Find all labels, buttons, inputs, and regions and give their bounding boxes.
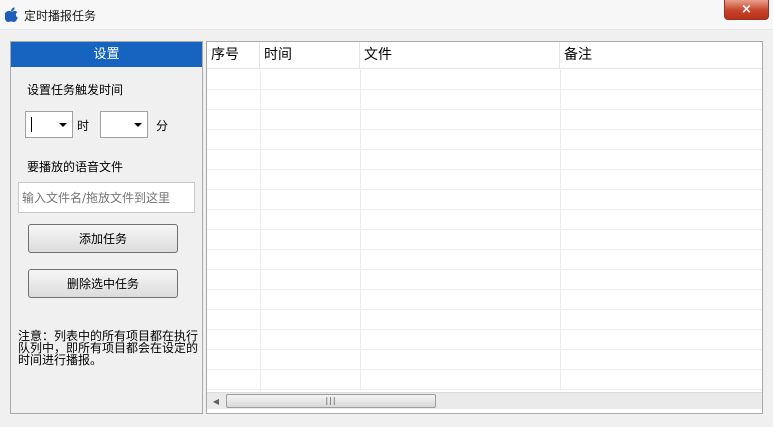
grid-line [207, 369, 762, 370]
grid-line [207, 109, 762, 110]
grid-line [207, 389, 762, 390]
grid-line [207, 269, 762, 270]
grid-line [207, 209, 762, 210]
settings-panel: 设置 设置任务触发时间 时 分 要播放的语音文件 添加任务 删除选中任务 注意：… [10, 41, 203, 414]
trigger-time-label: 设置任务触发时间 [27, 83, 124, 97]
grid-line [207, 149, 762, 150]
grid-line [207, 289, 762, 290]
settings-panel-header: 设置 [11, 42, 202, 67]
minute-unit-label: 分 [156, 119, 169, 133]
grid-line [260, 70, 261, 391]
chevron-down-icon[interactable] [134, 123, 142, 127]
text-caret [31, 117, 32, 132]
grid-line [207, 129, 762, 130]
column-header-index[interactable]: 序号 [207, 42, 260, 69]
hour-unit-label: 时 [77, 119, 90, 133]
window-title: 定时播报任务 [24, 9, 97, 23]
task-list-header: 序号 时间 文件 备注 [207, 42, 762, 69]
close-button[interactable]: × [724, 0, 769, 20]
grip-icon: ||| [325, 396, 337, 405]
grid-line [207, 229, 762, 230]
grid-line [560, 70, 561, 391]
grid-line [207, 309, 762, 310]
column-header-note[interactable]: 备注 [560, 42, 762, 69]
scrollbar-thumb[interactable]: ||| [226, 394, 436, 408]
add-task-button[interactable]: 添加任务 [28, 224, 178, 253]
grid-line [207, 349, 762, 350]
hour-select[interactable] [25, 111, 73, 138]
chevron-down-icon[interactable] [59, 123, 67, 127]
horizontal-scrollbar[interactable]: ◀ ||| [207, 392, 762, 409]
grid-line [207, 169, 762, 170]
scroll-left-arrow-icon[interactable]: ◀ [208, 394, 224, 409]
audio-file-input[interactable] [18, 182, 195, 213]
delete-selected-task-button[interactable]: 删除选中任务 [28, 269, 178, 298]
grid-line [207, 249, 762, 250]
task-list-grid[interactable] [207, 70, 762, 391]
grid-line [207, 329, 762, 330]
grid-line [360, 70, 361, 391]
audio-file-label: 要播放的语音文件 [27, 160, 124, 174]
grid-line [207, 189, 762, 190]
grid-line [207, 89, 762, 90]
column-header-file[interactable]: 文件 [360, 42, 560, 69]
note-text: 注意：列表中的所有项目都在执行队列中，即所有项目都会在设定的时间进行播报。 [18, 329, 199, 367]
task-list[interactable]: 序号 时间 文件 备注 ◀ ||| [206, 41, 763, 414]
close-icon: × [741, 2, 752, 17]
title-bar: 定时播报任务 × [0, 0, 773, 30]
minute-select[interactable] [100, 111, 148, 138]
column-header-time[interactable]: 时间 [260, 42, 360, 69]
apple-icon [5, 7, 18, 22]
